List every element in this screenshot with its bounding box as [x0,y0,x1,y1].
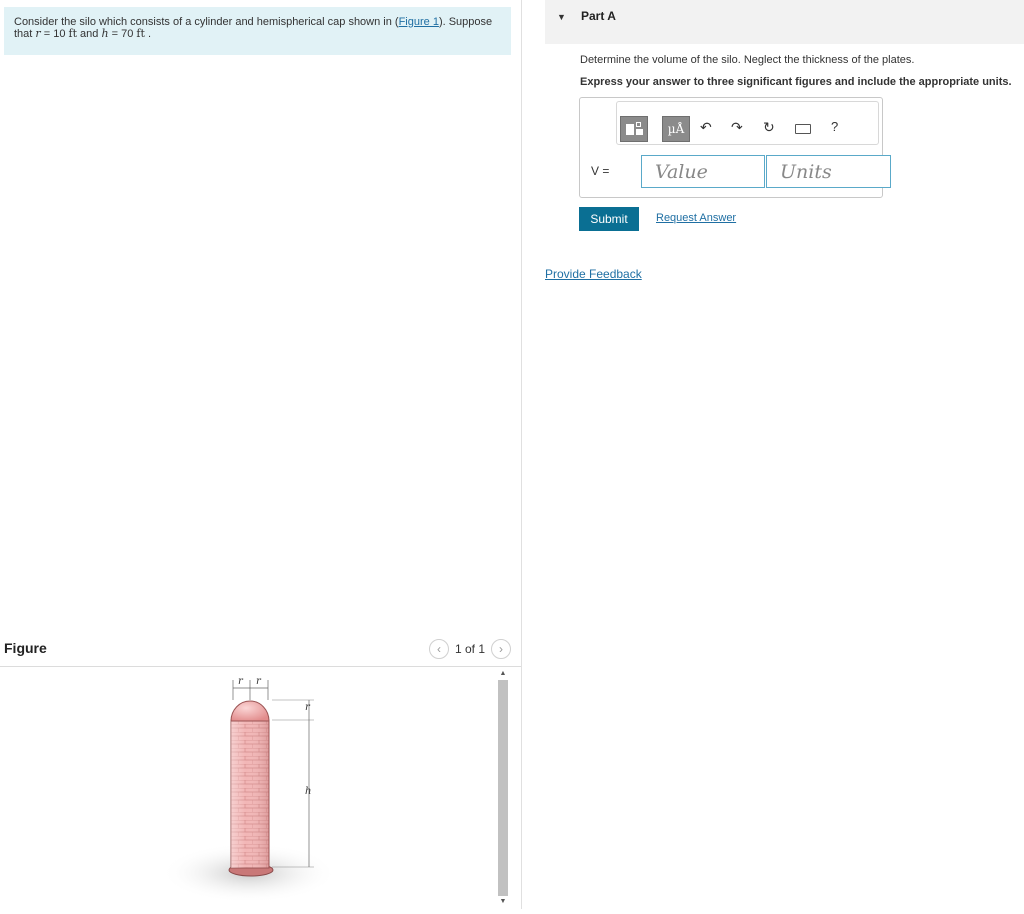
value-input[interactable]: Value [641,155,765,188]
silo-figure [161,680,337,903]
h-symbol: h [101,27,109,40]
r-unit: ft [68,27,78,40]
part-header[interactable]: ▼ Part A [545,0,1024,44]
scroll-thumb[interactable] [498,680,508,896]
pager-text: 1 of 1 [454,642,485,656]
figure-pager: ‹ 1 of 1 › [428,639,511,659]
figure-title: Figure [4,640,47,656]
figure-header: Figure ‹ 1 of 1 › [0,635,521,667]
collapse-caret-icon[interactable]: ▼ [557,12,566,22]
problem-text-end: ). Suppose [438,16,493,28]
figure-link[interactable]: Figure 1 [399,16,439,28]
chevron-left-icon[interactable]: ‹ [428,639,449,659]
chevron-right-icon[interactable]: › [491,639,511,659]
redo-icon[interactable]: ↷ [731,119,743,136]
problem-end: . [144,28,152,40]
units-symbol-button[interactable]: µÅ [662,116,690,142]
math-toolbar: µÅ ↶ ↷ ↻ ? [616,101,879,145]
h-label-side: h [305,786,312,797]
problem-statement: Consider the silo which consists of a cy… [4,7,511,55]
provide-feedback-link[interactable]: Provide Feedback [545,267,642,281]
r-label-side: r [305,702,310,713]
r-value: = 10 [40,28,69,40]
r-label-2: r [256,676,261,687]
variable-label: V = [591,164,610,178]
scroll-up-icon[interactable]: ▲ [499,670,507,677]
right-panel: ▼ Part A Determine the volume of the sil… [523,0,1024,909]
h-value: = 70 [108,28,137,40]
h-unit: ft [136,27,145,40]
help-button[interactable]: ? [831,119,838,134]
part-title: Part A [581,9,616,23]
figure-area: r r r h [0,668,521,909]
figure-scrollbar[interactable]: ▲ ▼ [496,668,510,909]
submit-button[interactable]: Submit [579,207,639,231]
request-answer-link[interactable]: Request Answer [656,212,736,224]
question-text: Determine the volume of the silo. Neglec… [580,54,915,66]
template-icon[interactable] [620,116,648,142]
left-panel: Consider the silo which consists of a cy… [0,0,522,909]
keyboard-icon[interactable] [795,124,811,134]
r-label-1: r [238,676,243,687]
answer-box: µÅ ↶ ↷ ↻ ? V = Value Units [579,97,891,198]
scroll-down-icon[interactable]: ▼ [499,898,507,905]
problem-text-line2: that [14,28,36,40]
instruction-text: Express your answer to three significant… [580,76,1012,88]
and-text: and [77,28,102,40]
reset-icon[interactable]: ↻ [763,119,775,136]
silo-dome [230,700,270,722]
units-input[interactable]: Units [766,155,891,188]
undo-icon[interactable]: ↶ [700,119,712,136]
